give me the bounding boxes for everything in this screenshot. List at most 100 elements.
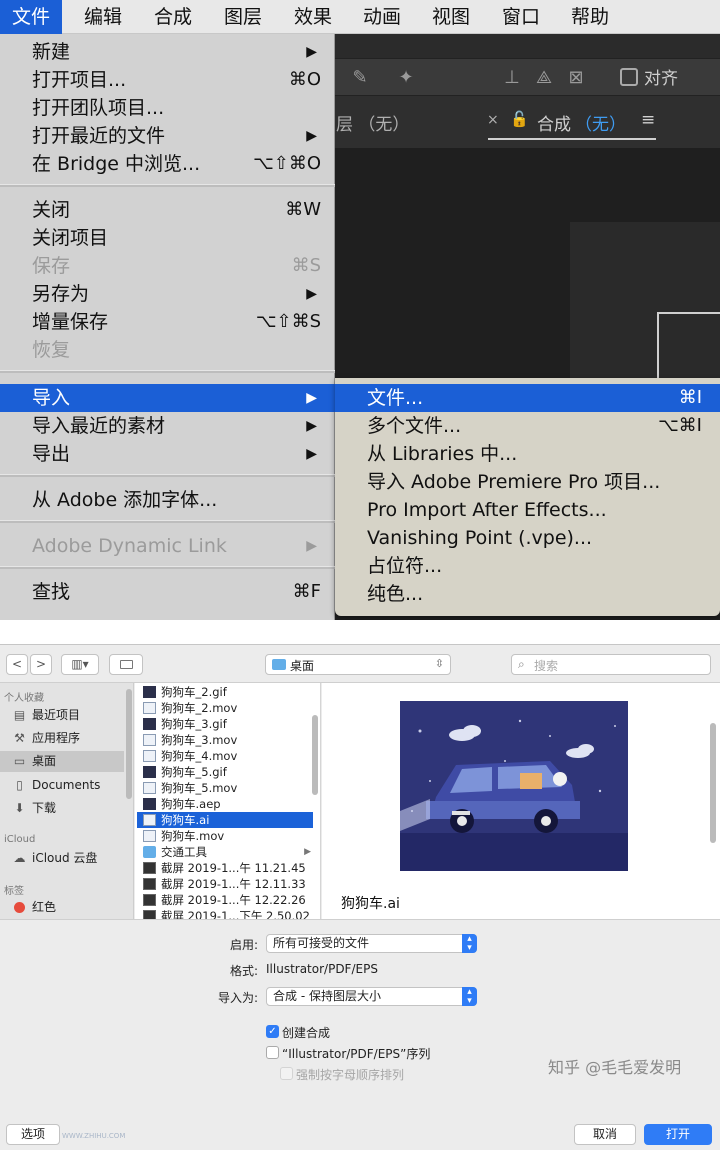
import-as-value: 合成 - 保持图层大小 xyxy=(273,989,381,1003)
menu-composition[interactable]: 合成 xyxy=(142,0,204,34)
menu-layer[interactable]: 图层 xyxy=(212,0,274,34)
dog-car-illustration xyxy=(400,701,628,871)
menu-effect[interactable]: 效果 xyxy=(282,0,344,34)
back-button[interactable]: < xyxy=(6,654,28,675)
watermark: 知乎 @毛毛爱发明 xyxy=(548,1058,682,1077)
submenu-item-solid[interactable]: 纯色... xyxy=(335,580,720,608)
preview-scrollbar[interactable] xyxy=(710,723,716,843)
search-placeholder: 搜索 xyxy=(534,659,559,673)
menu-item-open-recent[interactable]: 打开最近的文件 ▶ xyxy=(0,122,335,150)
axis-tool-icon[interactable]: ⊥ xyxy=(499,65,525,91)
enable-popup[interactable]: 所有可接受的文件 ▴ ▾ xyxy=(266,934,477,953)
menu-item-label: 导入 Adobe Premiere Pro 项目... xyxy=(367,471,661,493)
file-name: 狗狗车_2.mov xyxy=(161,701,238,715)
import-as-popup[interactable]: 合成 - 保持图层大小 ▴ ▾ xyxy=(266,987,477,1006)
menu-item-label: 新建 xyxy=(32,41,71,63)
file-list-scrollbar[interactable] xyxy=(312,715,318,795)
options-button[interactable]: 选项 xyxy=(6,1124,60,1145)
menu-item-import[interactable]: 导入 ▶ xyxy=(0,384,335,412)
sidebar-item-applications[interactable]: ⚒ 应用程序 xyxy=(0,728,124,749)
folder-row[interactable]: 交通工具 ▶ xyxy=(137,844,313,860)
sidebar-header-favorites: 个人收藏 xyxy=(4,693,44,704)
menu-file[interactable]: 文件 xyxy=(0,0,63,34)
close-icon[interactable]: × xyxy=(487,112,499,128)
screenshot-file-icon xyxy=(143,862,156,874)
menu-help[interactable]: 帮助 xyxy=(559,0,621,34)
submenu-item-premiere-project[interactable]: 导入 Adobe Premiere Pro 项目... xyxy=(335,468,720,496)
menu-animation[interactable]: 动画 xyxy=(351,0,413,34)
file-row[interactable]: 狗狗车.aep xyxy=(137,796,313,812)
sidebar-scrollbar[interactable] xyxy=(126,689,132,799)
sidebar-item-tag-red[interactable]: 红色 xyxy=(0,897,124,918)
sidebar-item-recents[interactable]: ▤ 最近项目 xyxy=(0,705,124,726)
brush-tool-icon[interactable]: ✎ xyxy=(347,65,373,91)
file-row[interactable]: 狗狗车_5.gif xyxy=(137,764,313,780)
menu-item-open-project[interactable]: 打开项目... ⌘O xyxy=(0,66,335,94)
sidebar-item-downloads[interactable]: ⬇ 下载 xyxy=(0,798,124,819)
mov-file-icon xyxy=(143,734,156,746)
file-row[interactable]: 狗狗车_2.mov xyxy=(137,700,313,716)
tab-layer[interactable]: 层 （无） xyxy=(336,110,409,135)
menu-item-import-recent[interactable]: 导入最近的素材 ▶ xyxy=(0,412,335,440)
sidebar-item-icloud-drive[interactable]: ☁ iCloud 云盘 xyxy=(0,848,124,869)
file-row[interactable]: 狗狗车.mov xyxy=(137,828,313,844)
file-list: 狗狗车_2.gif 狗狗车_2.mov 狗狗车_3.gif 狗狗车_3.mov … xyxy=(135,683,321,919)
lock-icon[interactable]: 🔓 xyxy=(510,110,529,128)
file-row[interactable]: 狗狗车_4.mov xyxy=(137,748,313,764)
file-row[interactable]: 狗狗车_3.mov xyxy=(137,732,313,748)
submenu-item-pro-import[interactable]: Pro Import After Effects... xyxy=(335,496,720,524)
menu-item-new[interactable]: 新建 ▶ xyxy=(0,38,335,66)
folder-icon xyxy=(272,659,286,670)
submenu-item-file[interactable]: 文件... ⌘I xyxy=(335,384,720,412)
menu-item-find[interactable]: 查找 ⌘F xyxy=(0,578,335,606)
file-row[interactable]: 狗狗车_2.gif xyxy=(137,684,313,700)
snap-checkbox[interactable] xyxy=(620,68,638,86)
forward-button[interactable]: > xyxy=(30,654,52,675)
panel-menu-icon[interactable]: ≡ xyxy=(641,110,655,130)
menu-item-close-project[interactable]: 关闭项目 xyxy=(0,224,335,252)
sidebar-item-desktop[interactable]: ▭ 桌面 xyxy=(0,751,124,772)
menu-item-label: 查找 xyxy=(32,581,71,603)
menu-edit[interactable]: 编辑 xyxy=(72,0,134,34)
view-mode-button[interactable]: ▥▾ xyxy=(61,654,99,675)
orbit-tool-icon[interactable]: ⟁ xyxy=(531,65,557,91)
menu-item-export[interactable]: 导出 ▶ xyxy=(0,440,335,468)
file-row[interactable]: 截屏 2019-1...午 11.21.45 xyxy=(137,860,313,876)
mov-file-icon xyxy=(143,782,156,794)
tab-composition[interactable]: 合成 xyxy=(537,110,571,135)
active-tab-underline xyxy=(488,138,656,140)
alpha-order-checkbox xyxy=(280,1067,293,1080)
open-button[interactable]: 打开 xyxy=(644,1124,712,1145)
sidebar-item-documents[interactable]: ▯ Documents xyxy=(0,775,124,796)
cancel-button[interactable]: 取消 xyxy=(574,1124,636,1145)
file-row-selected[interactable]: 狗狗车.ai xyxy=(137,812,313,828)
create-composition-checkbox[interactable]: ✓ xyxy=(266,1025,279,1038)
sidebar-item-label: 应用程序 xyxy=(32,731,81,745)
downloads-icon: ⬇ xyxy=(14,801,25,815)
search-field[interactable]: ⌕ 搜索 xyxy=(511,654,711,675)
pin-tool-icon[interactable]: ✦ xyxy=(393,65,419,91)
menu-separator xyxy=(0,520,335,523)
submenu-item-placeholder[interactable]: 占位符... xyxy=(335,552,720,580)
menu-item-open-team-project[interactable]: 打开团队项目... xyxy=(0,94,335,122)
location-popup[interactable]: 桌面 ⇳ xyxy=(265,654,451,675)
menu-view[interactable]: 视图 xyxy=(420,0,482,34)
submenu-item-vanishing-point[interactable]: Vanishing Point (.vpe)... xyxy=(335,524,720,552)
file-row[interactable]: 截屏 2019-1...下午 2.50.02 xyxy=(137,908,313,919)
submenu-item-libraries[interactable]: 从 Libraries 中... xyxy=(335,440,720,468)
file-row[interactable]: 狗狗车_5.mov xyxy=(137,780,313,796)
file-row[interactable]: 截屏 2019-1...午 12.11.33 xyxy=(137,876,313,892)
file-row[interactable]: 狗狗车_3.gif xyxy=(137,716,313,732)
menu-item-save-as[interactable]: 另存为 ▶ xyxy=(0,280,335,308)
menu-item-browse-bridge[interactable]: 在 Bridge 中浏览... ⌥⇧⌘O xyxy=(0,150,335,178)
menu-item-add-fonts[interactable]: 从 Adobe 添加字体... xyxy=(0,486,335,514)
dolly-tool-icon[interactable]: ⊠ xyxy=(563,65,589,91)
menu-window[interactable]: 窗口 xyxy=(490,0,552,34)
sequence-checkbox[interactable] xyxy=(266,1046,279,1059)
menu-item-increment-save[interactable]: 增量保存 ⌥⇧⌘S xyxy=(0,308,335,336)
submenu-item-multiple-files[interactable]: 多个文件... ⌥⌘I xyxy=(335,412,720,440)
new-folder-button[interactable] xyxy=(109,654,143,675)
red-tag-icon xyxy=(14,902,25,913)
file-row[interactable]: 截屏 2019-1...午 12.22.26 xyxy=(137,892,313,908)
menu-item-close[interactable]: 关闭 ⌘W xyxy=(0,196,335,224)
